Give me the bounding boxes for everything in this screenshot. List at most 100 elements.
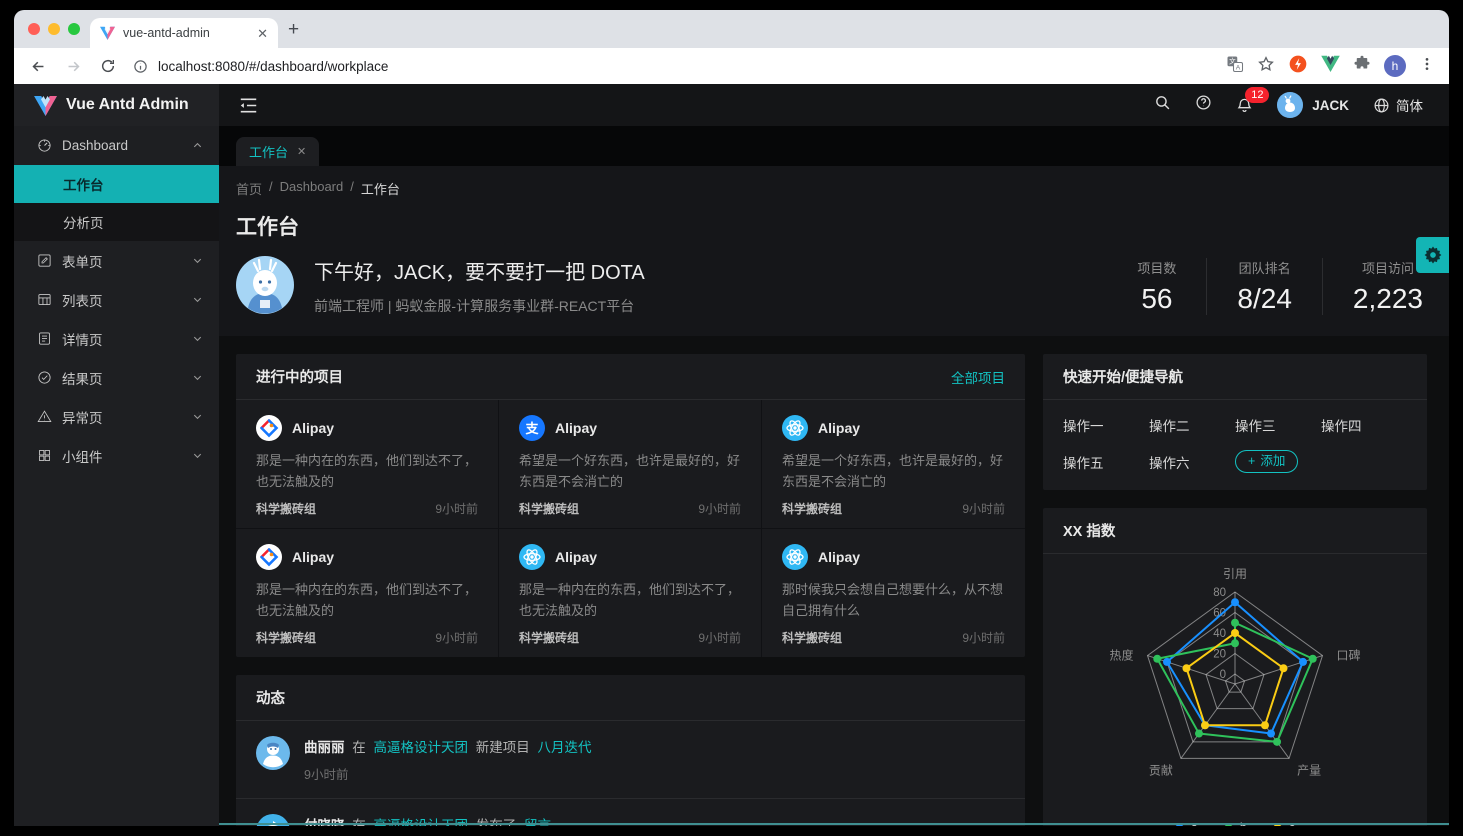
project-description: 那是一种内在的东西，他们到达不了，也无法触及的 xyxy=(519,579,741,622)
alipay-icon: 支 xyxy=(519,415,545,441)
project-name[interactable]: Alipay xyxy=(292,420,334,436)
project-card[interactable]: Alipay那是一种内在的东西，他们到达不了，也无法触及的科学搬砖组9小时前 xyxy=(499,529,762,657)
block-icon xyxy=(37,448,52,463)
extensions-puzzle-icon[interactable] xyxy=(1353,55,1371,78)
tab-close-icon[interactable]: ✕ xyxy=(257,27,268,40)
quicknav-title: 快速开始/便捷导航 xyxy=(1063,366,1183,387)
breadcrumb-separator: / xyxy=(269,179,273,198)
project-description: 希望是一个好东西，也许是最好的，好东西是不会消亡的 xyxy=(782,450,1005,493)
window-controls xyxy=(28,23,80,35)
breadcrumb-item[interactable]: Dashboard xyxy=(280,179,344,198)
browser-toolbar: localhost:8080/#/dashboard/workplace 文A … xyxy=(14,48,1449,84)
quicknav-link[interactable]: 操作三 xyxy=(1235,415,1321,435)
project-card[interactable]: 支 Alipay 希望是一个好东西，也许是最好的，好东西是不会消亡的科学搬砖组 9小时… xyxy=(499,400,762,529)
sidebar-item-4[interactable]: 结果页 xyxy=(14,358,219,397)
svg-text:产量: 产量 xyxy=(1297,763,1321,777)
sidebar-item-3[interactable]: 详情页 xyxy=(14,319,219,358)
page-tab-workplace[interactable]: 工作台 ✕ xyxy=(236,137,319,166)
page-tab-label: 工作台 xyxy=(249,142,288,161)
main-area: 工作台 ✕ 首页/Dashboard/工作台 工作台 xyxy=(219,126,1449,826)
activity-item: 付晓晓 在 高逼格设计天团 发布了 留言9小时前 xyxy=(236,799,1025,826)
breadcrumb-item[interactable]: 首页 xyxy=(236,179,262,198)
menu-fold-icon[interactable] xyxy=(239,97,258,114)
user-menu[interactable]: JACK xyxy=(1277,92,1349,118)
project-group: 科学搬砖组 xyxy=(519,500,579,517)
sidebar-item-5[interactable]: 异常页 xyxy=(14,397,219,436)
project-name[interactable]: Alipay xyxy=(292,549,334,565)
browser-tab[interactable]: vue-antd-admin ✕ xyxy=(90,18,278,48)
bookmark-star-icon[interactable] xyxy=(1257,55,1275,78)
atom-icon xyxy=(519,544,545,570)
activity-user[interactable]: 曲丽丽 xyxy=(304,740,345,755)
quicknav-link[interactable]: 操作五 xyxy=(1063,452,1149,472)
svg-text:80: 80 xyxy=(1213,587,1226,599)
quicknav-link[interactable]: 操作二 xyxy=(1149,415,1235,435)
add-button[interactable]: +添加 xyxy=(1235,450,1298,473)
chevron-down-icon xyxy=(192,255,203,266)
project-card[interactable]: Alipay那时候我只会想自己想要什么，从不想自己拥有什么科学搬砖组9小时前 xyxy=(762,529,1025,657)
language-switcher[interactable]: 简体 xyxy=(1373,95,1423,115)
sidebar-item-1[interactable]: 表单页 xyxy=(14,241,219,280)
atom-icon xyxy=(782,544,808,570)
chevron-down-icon xyxy=(192,294,203,305)
notification-bell-icon[interactable]: 12 xyxy=(1236,96,1253,114)
project-card[interactable]: Alipay希望是一个好东西，也许是最好的，好东西是不会消亡的科学搬砖组9小时前 xyxy=(762,400,1025,529)
url-text: localhost:8080/#/dashboard/workplace xyxy=(158,59,388,74)
sidebar-subitem[interactable]: 工作台 xyxy=(14,165,219,203)
reload-icon[interactable] xyxy=(98,56,118,76)
activity-link[interactable]: 八月迭代 xyxy=(538,740,592,755)
new-tab-button[interactable]: + xyxy=(288,19,299,41)
close-window-button[interactable] xyxy=(28,23,40,35)
svg-text:口碑: 口碑 xyxy=(1336,648,1360,663)
profile-icon xyxy=(37,331,52,346)
sidebar-item-2[interactable]: 列表页 xyxy=(14,280,219,319)
breadcrumb-item: 工作台 xyxy=(361,179,400,198)
activity-link[interactable]: 高逼格设计天团 xyxy=(374,740,469,755)
project-card[interactable]: Alipay那是一种内在的东西，他们到达不了，也无法触及的科学搬砖组9小时前 xyxy=(236,529,499,657)
translate-icon[interactable]: 文A xyxy=(1226,55,1244,78)
vue-logo-icon xyxy=(34,95,57,116)
extension-orange-icon[interactable] xyxy=(1288,54,1308,79)
project-time: 9小时前 xyxy=(962,629,1005,646)
project-description: 希望是一个好东西，也许是最好的，好东西是不会消亡的 xyxy=(519,450,741,493)
project-time: 9小时前 xyxy=(698,500,741,517)
forward-icon[interactable] xyxy=(63,56,83,76)
stat-label: 项目数 xyxy=(1137,258,1176,277)
back-icon[interactable] xyxy=(28,56,48,76)
sidebar-subitem[interactable]: 分析页 xyxy=(14,203,219,241)
sidebar-item-dashboard[interactable]: Dashboard xyxy=(14,126,219,165)
all-projects-link[interactable]: 全部项目 xyxy=(951,367,1005,387)
project-card[interactable]: Alipay那是一种内在的东西，他们到达不了，也无法触及的科学搬砖组9小时前 xyxy=(236,400,499,529)
app-logo[interactable]: Vue Antd Admin xyxy=(14,84,219,126)
page-content: 首页/Dashboard/工作台 工作台 xyxy=(219,166,1449,826)
stat-label: 团队排名 xyxy=(1237,258,1292,277)
maximize-window-button[interactable] xyxy=(68,23,80,35)
browser-profile-avatar[interactable]: h xyxy=(1384,55,1406,77)
search-icon[interactable] xyxy=(1154,94,1171,116)
breadcrumb: 首页/Dashboard/工作台 xyxy=(236,179,1427,198)
help-icon[interactable] xyxy=(1195,94,1212,116)
page-tab-close-icon[interactable]: ✕ xyxy=(297,145,306,158)
project-name[interactable]: Alipay xyxy=(555,420,597,436)
language-label: 简体 xyxy=(1396,95,1423,115)
project-name[interactable]: Alipay xyxy=(818,549,860,565)
project-group: 科学搬砖组 xyxy=(519,629,579,646)
sidebar-item-6[interactable]: 小组件 xyxy=(14,436,219,475)
quicknav-link[interactable]: 操作一 xyxy=(1063,415,1149,435)
stat-value: 2,223 xyxy=(1353,283,1423,315)
check-circle-icon xyxy=(37,370,52,385)
sidebar-submenu: 工作台分析页 xyxy=(14,165,219,241)
settings-drawer-button[interactable] xyxy=(1416,237,1449,273)
notification-badge: 12 xyxy=(1245,87,1269,103)
project-name[interactable]: Alipay xyxy=(555,549,597,565)
quicknav-link[interactable]: 操作四 xyxy=(1321,415,1407,435)
vue-devtools-icon[interactable] xyxy=(1321,55,1340,77)
browser-menu-kebab-icon[interactable] xyxy=(1419,56,1435,77)
project-name[interactable]: Alipay xyxy=(818,420,860,436)
address-bar[interactable]: localhost:8080/#/dashboard/workplace xyxy=(133,59,1211,74)
minimize-window-button[interactable] xyxy=(48,23,60,35)
quicknav-link[interactable]: 操作六 xyxy=(1149,452,1235,472)
warning-icon xyxy=(37,409,52,424)
browser-window: vue-antd-admin ✕ + localhost:8080/#/dash… xyxy=(14,10,1449,826)
scroll-divider-line xyxy=(219,823,1449,825)
